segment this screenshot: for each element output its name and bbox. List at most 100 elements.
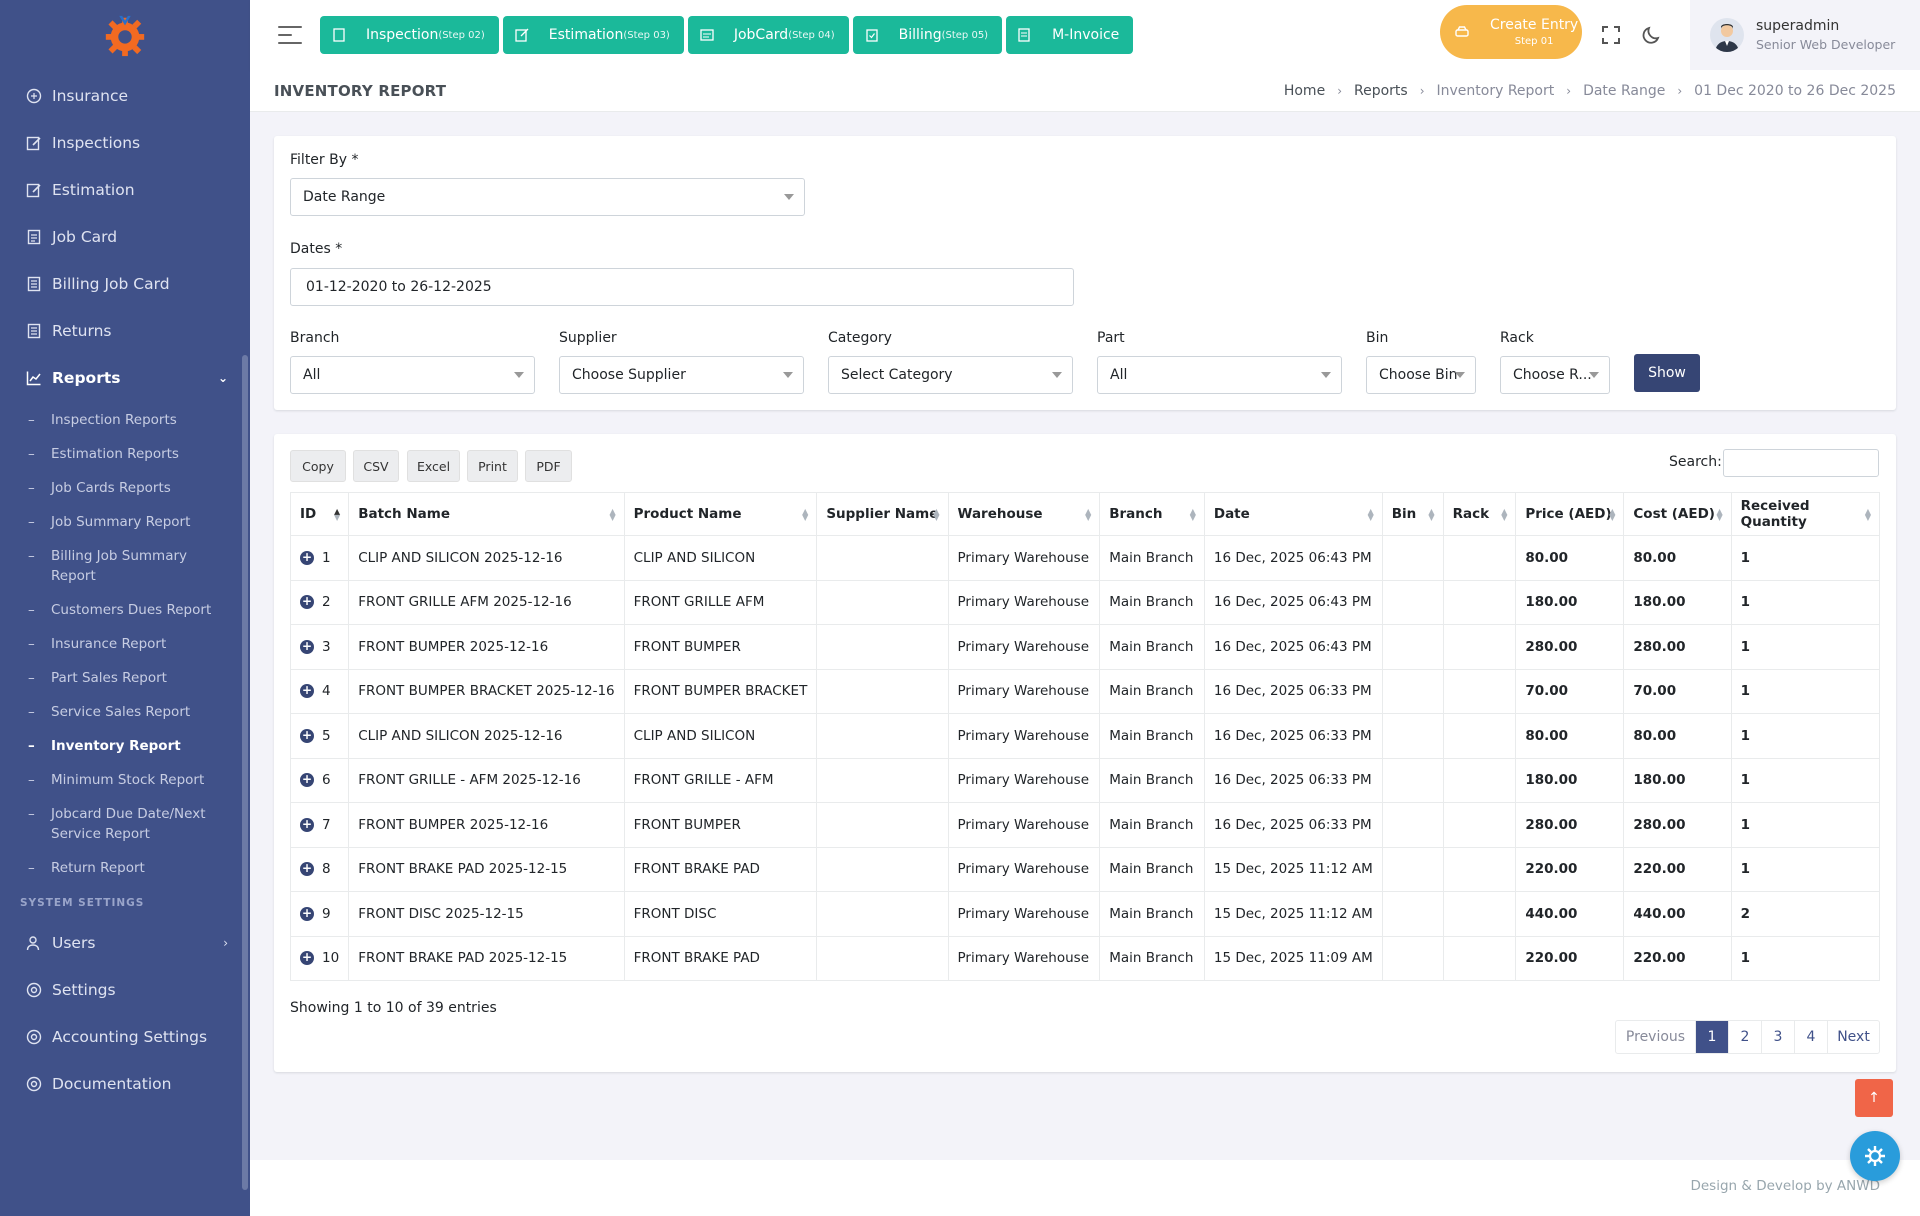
column-header[interactable]: Price (AED) ▲ ▼ bbox=[1515, 492, 1625, 536]
search-input[interactable] bbox=[1723, 449, 1879, 477]
sidebar-item-billing-job-card[interactable]: Billing Job Card bbox=[0, 260, 250, 307]
sidebar-item-estimation[interactable]: Estimation bbox=[0, 166, 250, 213]
table-cell bbox=[1442, 668, 1517, 714]
cell-value: 16 Dec, 2025 06:33 PM bbox=[1213, 816, 1372, 833]
breadcrumb-reports[interactable]: Reports bbox=[1354, 83, 1408, 99]
table-row[interactable]: +7 FRONT BUMPER 2025-12-16 FRONT BUMPER Pri… bbox=[289, 802, 1881, 848]
column-header[interactable]: Date ▲ ▼ bbox=[1203, 492, 1383, 536]
fullscreen-icon[interactable] bbox=[1600, 24, 1622, 46]
table-row[interactable]: +1 CLIP AND SILICON 2025-12-16 CLIP AND SI… bbox=[289, 535, 1881, 581]
sidebar-item-accounting-settings[interactable]: Accounting Settings bbox=[0, 1013, 250, 1060]
step-m-invoice-button[interactable]: M-Invoice bbox=[1006, 16, 1134, 54]
column-header[interactable]: Branch ▲ ▼ bbox=[1099, 492, 1205, 536]
submenu-part-sales-report[interactable]: – Part Sales Report bbox=[0, 661, 250, 695]
breadcrumb-home[interactable]: Home bbox=[1284, 83, 1325, 99]
user-profile-dropdown[interactable]: superadmin Senior Web Developer bbox=[1690, 0, 1920, 70]
step-billing-button[interactable]: Billing (Step 05) bbox=[852, 16, 1003, 54]
part-select[interactable]: All bbox=[1097, 356, 1342, 394]
submenu-inventory-report[interactable]: – Inventory Report bbox=[0, 729, 250, 763]
pager-previous[interactable]: Previous bbox=[1616, 1021, 1695, 1053]
app-logo[interactable] bbox=[0, 0, 250, 70]
sidebar-item-users[interactable]: Users › bbox=[0, 919, 250, 966]
pager-page-4[interactable]: 4 bbox=[1794, 1021, 1827, 1053]
print-button[interactable]: Print bbox=[467, 450, 518, 482]
submenu-customers-dues-report[interactable]: – Customers Dues Report bbox=[0, 593, 250, 627]
sidebar-item-returns[interactable]: Returns bbox=[0, 307, 250, 354]
sidebar-item-inspections[interactable]: Inspections bbox=[0, 119, 250, 166]
submenu-minimum-stock-report[interactable]: – Minimum Stock Report bbox=[0, 763, 250, 797]
excel-button[interactable]: Excel bbox=[407, 450, 460, 482]
table-row[interactable]: +6 FRONT GRILLE - AFM 2025-12-16 FRONT GRI… bbox=[289, 757, 1881, 803]
branch-select[interactable]: All bbox=[290, 356, 535, 394]
sidebar-scrollbar[interactable] bbox=[242, 355, 248, 1190]
step-estimation-button[interactable]: Estimation (Step 03) bbox=[502, 16, 684, 54]
rack-select[interactable]: Choose R... bbox=[1500, 356, 1610, 394]
column-header[interactable]: ID ▲ ▼ bbox=[289, 492, 350, 536]
category-select[interactable]: Select Category bbox=[828, 356, 1073, 394]
step-inspection-button[interactable]: Inspection (Step 02) bbox=[320, 16, 499, 54]
pager-page-2[interactable]: 2 bbox=[1728, 1021, 1761, 1053]
expand-row-plus-icon[interactable]: + bbox=[300, 862, 314, 877]
table-row[interactable]: +9 FRONT DISC 2025-12-15 FRONT DISC Primary… bbox=[289, 891, 1881, 937]
expand-row-plus-icon[interactable]: + bbox=[300, 773, 314, 788]
hamburger-menu-icon[interactable] bbox=[278, 26, 302, 44]
table-row[interactable]: +10 FRONT BRAKE PAD 2025-12-15 FRONT BRAKE… bbox=[289, 935, 1881, 981]
csv-button[interactable]: CSV bbox=[353, 450, 399, 482]
column-header[interactable]: Bin ▲ ▼ bbox=[1381, 492, 1444, 536]
expand-row-plus-icon[interactable]: + bbox=[300, 951, 314, 966]
pager-next[interactable]: Next bbox=[1827, 1021, 1879, 1053]
table-row[interactable]: +2 FRONT GRILLE AFM 2025-12-16 FRONT GRILL… bbox=[289, 579, 1881, 625]
expand-row-plus-icon[interactable]: + bbox=[300, 728, 314, 743]
customizer-settings-button[interactable] bbox=[1850, 1131, 1900, 1181]
submenu-estimation-reports[interactable]: – Estimation Reports bbox=[0, 437, 250, 471]
expand-row-plus-icon[interactable]: + bbox=[300, 639, 314, 654]
expand-row-plus-icon[interactable]: + bbox=[300, 550, 314, 565]
filter-by-select[interactable]: Date Range bbox=[290, 178, 805, 216]
bin-select[interactable]: Choose Bin bbox=[1366, 356, 1476, 394]
step-jobcard-button[interactable]: JobCard (Step 04) bbox=[687, 16, 849, 54]
column-header-label: Received Quantity bbox=[1740, 498, 1810, 530]
table-row[interactable]: +3 FRONT BUMPER 2025-12-16 FRONT BUMPER Pri… bbox=[289, 624, 1881, 670]
submenu-billing-job-summary-report[interactable]: – Billing Job Summary Report bbox=[0, 539, 250, 593]
pager-page-3[interactable]: 3 bbox=[1761, 1021, 1794, 1053]
expand-row-plus-icon[interactable]: + bbox=[300, 684, 314, 699]
column-header[interactable]: Warehouse ▲ ▼ bbox=[947, 492, 1101, 536]
expand-row-plus-icon[interactable]: + bbox=[300, 595, 314, 610]
show-button[interactable]: Show bbox=[1634, 354, 1700, 392]
table-cell bbox=[816, 757, 949, 803]
submenu-return-report[interactable]: – Return Report bbox=[0, 851, 250, 885]
report-table-card: Copy CSV Excel Print PDF Search: ID ▲ ▼ Bat… bbox=[274, 434, 1896, 1072]
column-header[interactable]: Batch Name ▲ ▼ bbox=[348, 492, 625, 536]
cell-value: Main Branch bbox=[1109, 861, 1194, 878]
sidebar-item-job-card[interactable]: Job Card bbox=[0, 213, 250, 260]
supplier-select[interactable]: Choose Supplier bbox=[559, 356, 804, 394]
copy-button[interactable]: Copy bbox=[290, 450, 346, 482]
column-header[interactable]: Supplier Name ▲ ▼ bbox=[816, 492, 949, 536]
scroll-to-top-button[interactable]: ↑ bbox=[1855, 1079, 1893, 1117]
create-entry-button[interactable]: Create Entry Step 01 bbox=[1440, 5, 1582, 59]
column-header[interactable]: Rack ▲ ▼ bbox=[1442, 492, 1517, 536]
column-header[interactable]: Cost (AED) ▲ ▼ bbox=[1623, 492, 1732, 536]
column-header[interactable]: Product Name ▲ ▼ bbox=[623, 492, 818, 536]
sidebar-item-settings[interactable]: Settings bbox=[0, 966, 250, 1013]
sidebar-item-documentation[interactable]: Documentation bbox=[0, 1060, 250, 1107]
dark-mode-moon-icon[interactable] bbox=[1641, 24, 1663, 46]
pdf-button[interactable]: PDF bbox=[525, 450, 572, 482]
column-header[interactable]: Received Quantity ▲ ▼ bbox=[1730, 492, 1881, 536]
submenu-jobcard-due-date-report[interactable]: – Jobcard Due Date/Next Service Report bbox=[0, 797, 250, 851]
table-row[interactable]: +4 FRONT BUMPER BRACKET 2025-12-16 FRONT B… bbox=[289, 668, 1881, 714]
expand-row-plus-icon[interactable]: + bbox=[300, 906, 314, 921]
pager-page-1[interactable]: 1 bbox=[1695, 1021, 1728, 1053]
submenu-insurance-report[interactable]: – Insurance Report bbox=[0, 627, 250, 661]
submenu-job-cards-reports[interactable]: – Job Cards Reports bbox=[0, 471, 250, 505]
table-row[interactable]: +5 CLIP AND SILICON 2025-12-16 CLIP AND SI… bbox=[289, 713, 1881, 759]
sidebar-item-reports[interactable]: Reports ⌄ bbox=[0, 354, 250, 401]
dates-input[interactable]: 01-12-2020 to 26-12-2025 bbox=[290, 268, 1074, 306]
table-row[interactable]: +8 FRONT BRAKE PAD 2025-12-15 FRONT BRAKE … bbox=[289, 846, 1881, 892]
submenu-inspection-reports[interactable]: – Inspection Reports bbox=[0, 403, 250, 437]
expand-row-plus-icon[interactable]: + bbox=[300, 817, 314, 832]
submenu-job-summary-report[interactable]: – Job Summary Report bbox=[0, 505, 250, 539]
submenu-service-sales-report[interactable]: – Service Sales Report bbox=[0, 695, 250, 729]
chevron-right-icon: › bbox=[223, 935, 228, 950]
sidebar-item-insurance[interactable]: Insurance bbox=[0, 72, 250, 119]
